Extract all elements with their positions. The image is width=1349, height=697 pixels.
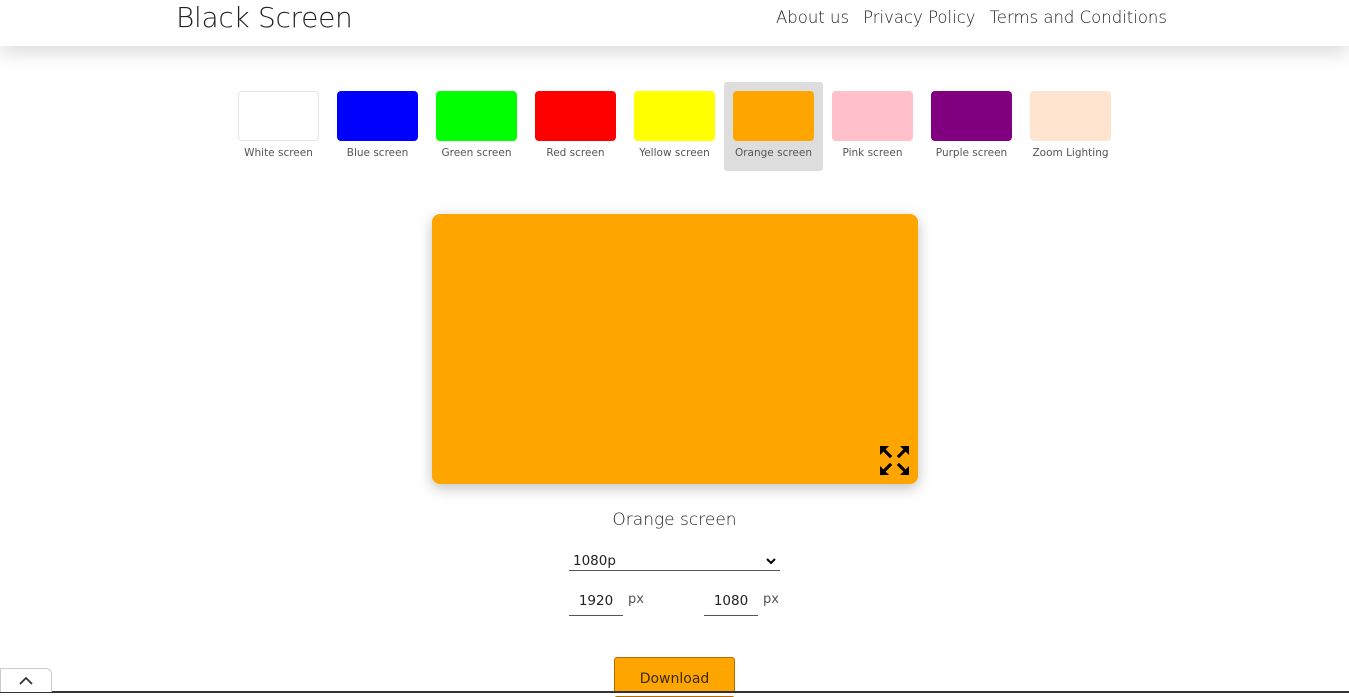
nav-terms[interactable]: Terms and Conditions <box>990 8 1167 27</box>
swatch-chip <box>832 91 913 141</box>
swatch-zoom-lighting[interactable]: Zoom Lighting <box>1021 82 1120 171</box>
swatch-green-screen[interactable]: Green screen <box>427 82 526 171</box>
resolution-value: 1080p <box>573 553 616 569</box>
nav-privacy-policy[interactable]: Privacy Policy <box>863 8 975 27</box>
logo[interactable]: Black Screen <box>176 1 353 34</box>
swatch-label: Green screen <box>441 147 512 159</box>
header: Black Screen About us Privacy Policy Ter… <box>0 0 1349 46</box>
bottom-bar <box>0 691 1349 696</box>
swatch-chip <box>1030 91 1111 141</box>
scroll-top-button[interactable] <box>0 668 52 692</box>
width-input[interactable]: 1920 <box>569 590 623 616</box>
height-input[interactable]: 1080 <box>704 590 758 616</box>
swatch-blue-screen[interactable]: Blue screen <box>328 82 427 171</box>
swatch-chip <box>436 91 517 141</box>
chevron-up-icon <box>19 676 33 685</box>
swatch-label: Orange screen <box>734 147 813 159</box>
swatch-purple-screen[interactable]: Purple screen <box>922 82 1021 171</box>
swatch-yellow-screen[interactable]: Yellow screen <box>625 82 724 171</box>
chevron-down-icon <box>766 557 776 564</box>
swatch-chip <box>931 91 1012 141</box>
swatch-chip <box>238 91 319 141</box>
swatch-label: Pink screen <box>842 147 903 159</box>
swatch-chip <box>535 91 616 141</box>
swatch-label: Blue screen <box>346 147 409 159</box>
swatch-chip <box>733 91 814 141</box>
swatch-white-screen[interactable]: White screen <box>229 82 328 171</box>
color-preview <box>432 214 918 484</box>
swatch-pink-screen[interactable]: Pink screen <box>823 82 922 171</box>
swatch-red-screen[interactable]: Red screen <box>526 82 625 171</box>
resolution-select[interactable]: 1080p <box>569 552 780 571</box>
swatch-label: Red screen <box>546 147 605 159</box>
preview-title: Orange screen <box>612 510 737 530</box>
width-unit: px <box>628 592 644 607</box>
swatch-label: Purple screen <box>935 147 1008 159</box>
swatch-orange-screen[interactable]: Orange screen <box>724 82 823 171</box>
swatch-label: White screen <box>244 147 313 159</box>
height-unit: px <box>763 592 779 607</box>
nav-about-us[interactable]: About us <box>776 8 849 27</box>
swatch-chip <box>634 91 715 141</box>
swatch-chip <box>337 91 418 141</box>
expand-arrows-icon[interactable] <box>879 445 910 476</box>
swatch-label: Yellow screen <box>639 147 710 159</box>
swatch-label: Zoom Lighting <box>1032 147 1109 159</box>
color-swatches: White screen Blue screen Green screen Red s… <box>229 82 1120 171</box>
nav: About us Privacy Policy Terms and Condit… <box>776 8 1167 27</box>
